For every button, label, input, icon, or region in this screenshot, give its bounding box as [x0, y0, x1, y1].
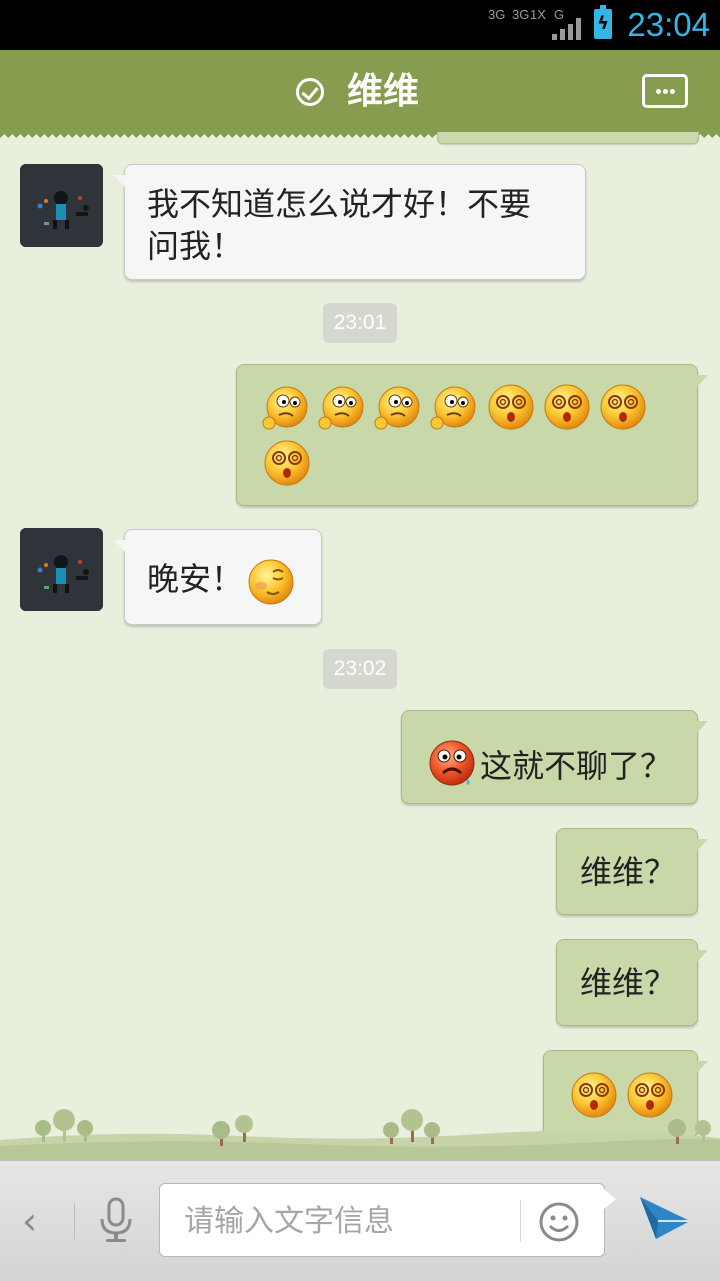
message-bubble-incoming[interactable]: 晚安！ [114, 529, 322, 625]
divider [520, 1200, 521, 1242]
message-bubble-outgoing[interactable] [236, 364, 708, 506]
confused-face-icon [261, 385, 309, 433]
avatar[interactable] [20, 528, 103, 611]
signal-icon [552, 18, 582, 40]
sleepy-face-icon [247, 558, 295, 606]
message-text: 维维？ [580, 853, 677, 891]
send-icon[interactable] [636, 1191, 692, 1247]
chat-menu-button[interactable] [642, 74, 688, 108]
landscape-decoration [0, 1096, 720, 1160]
message-bubble-outgoing[interactable]: 这就不聊了？ [401, 710, 708, 804]
message-input-bar: ‹ [0, 1160, 720, 1281]
chat-header: 维维 [0, 50, 720, 138]
network-type-label: 3G [488, 7, 506, 22]
message-text: 晚安！ [147, 560, 244, 598]
confused-face-icon [317, 385, 365, 433]
chat-message-list[interactable]: 我不知道怎么说才好！不要 问我！ 23:01 晚安！ 23:02 这就不聊了？ … [0, 132, 720, 1160]
message-text: 这就不聊了？ [480, 747, 673, 785]
message-input[interactable] [182, 1196, 506, 1246]
status-bar: 3G 3G 1X G ϟ 23:04 [0, 0, 720, 50]
smiley-icon[interactable] [538, 1201, 580, 1243]
message-bubble-outgoing[interactable]: 维维？ [556, 939, 708, 1026]
chevron-left-icon[interactable]: ‹ [22, 1201, 50, 1241]
message-bubble-partial [437, 132, 699, 144]
message-text: 维维？ [580, 964, 677, 1002]
microphone-icon[interactable] [96, 1197, 136, 1245]
clock: 23:04 [627, 6, 710, 43]
network-type-label: 1X [530, 7, 546, 22]
divider [74, 1203, 75, 1239]
timestamp-chip: 23:02 [323, 649, 397, 689]
dizzy-face-icon [543, 383, 591, 431]
dizzy-face-icon [599, 383, 647, 431]
dizzy-face-icon [263, 439, 311, 487]
verified-check-icon [296, 78, 324, 106]
message-bubble-outgoing[interactable]: 维维？ [556, 828, 708, 915]
message-text-line: 问我！ [147, 227, 244, 265]
input-tail [604, 1189, 616, 1209]
confused-face-icon [429, 385, 477, 433]
timestamp-chip: 23:01 [323, 303, 397, 343]
network-type-label: 3G [512, 7, 530, 22]
contact-name: 维维 [347, 71, 420, 112]
message-input-container[interactable] [159, 1183, 605, 1257]
message-bubble-incoming[interactable]: 我不知道怎么说才好！不要 问我！ [114, 164, 586, 280]
avatar[interactable] [20, 164, 103, 247]
crying-angry-face-icon [428, 739, 476, 787]
battery-charging-icon: ϟ [594, 5, 612, 39]
dizzy-face-icon [487, 383, 535, 431]
message-text-line: 我不知道怎么说才好！不要 [147, 185, 532, 223]
confused-face-icon [373, 385, 421, 433]
